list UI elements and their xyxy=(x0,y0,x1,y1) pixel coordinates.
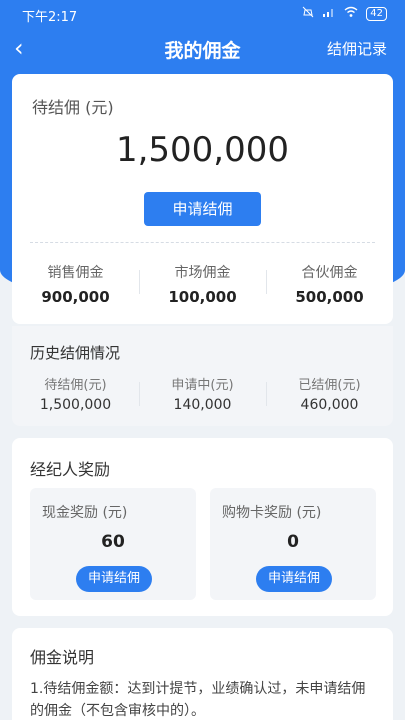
history-title: 历史结佣情况 xyxy=(30,344,121,362)
apply-cash-reward-button[interactable]: 申请结佣 xyxy=(76,566,152,592)
agent-rewards-card: 经纪人奖励 现金奖励 (元) 60 申请结佣 购物卡奖励 (元) 0 申请结佣 xyxy=(12,438,393,616)
status-time: 下午2:17 xyxy=(22,10,78,25)
sales-commission: 销售佣金 900,000 xyxy=(12,262,139,306)
explanation-text: 1.待结佣金额：达到计提节，业绩确认过，未申请结佣的佣金（不包含审核中的）。 xyxy=(30,681,366,719)
partner-commission: 合伙佣金 500,000 xyxy=(266,262,393,306)
stat-label: 合伙佣金 xyxy=(301,265,358,281)
commission-explanation-card: 佣金说明 1.待结佣金额：达到计提节，业绩确认过，未申请结佣的佣金（不包含审核中… xyxy=(12,628,393,720)
reward-label: 现金奖励 (元) xyxy=(42,505,128,521)
rewards-title: 经纪人奖励 xyxy=(30,460,111,479)
reward-value: 60 xyxy=(101,532,125,552)
history-settled: 已结佣(元) 460,000 xyxy=(266,374,393,413)
pending-label: 待结佣 (元) xyxy=(32,98,114,117)
pending-commission-card: 待结佣 (元) 1,500,000 申请结佣 销售佣金 900,000 市场佣金… xyxy=(12,74,393,324)
signal-icon xyxy=(322,6,336,22)
dashed-divider xyxy=(30,242,375,243)
reward-label: 购物卡奖励 (元) xyxy=(222,505,322,521)
wifi-icon xyxy=(344,6,358,22)
shopping-card-reward: 购物卡奖励 (元) 0 申请结佣 xyxy=(210,488,376,600)
stat-label: 待结佣(元) xyxy=(44,378,107,393)
stat-label: 市场佣金 xyxy=(174,265,231,281)
status-icons: 42 xyxy=(302,6,387,22)
stat-value: 100,000 xyxy=(168,288,237,306)
reward-value: 0 xyxy=(287,532,299,552)
apply-settlement-button[interactable]: 申请结佣 xyxy=(144,192,261,226)
battery-icon: 42 xyxy=(366,7,387,21)
history-pending: 待结佣(元) 1,500,000 xyxy=(12,374,139,413)
stat-value: 1,500,000 xyxy=(39,397,112,413)
stat-label: 申请中(元) xyxy=(171,378,234,393)
cash-reward: 现金奖励 (元) 60 申请结佣 xyxy=(30,488,196,600)
commission-record-link[interactable]: 结佣记录 xyxy=(327,38,387,59)
stat-value: 900,000 xyxy=(41,288,110,306)
stat-label: 销售佣金 xyxy=(47,265,104,281)
stat-value: 140,000 xyxy=(173,397,232,413)
mute-icon xyxy=(302,6,314,22)
stat-label: 已结佣(元) xyxy=(298,378,361,393)
history-card: 历史结佣情况 待结佣(元) 1,500,000 申请中(元) 140,000 已… xyxy=(12,326,393,426)
pending-amount: 1,500,000 xyxy=(115,130,290,170)
stat-value: 500,000 xyxy=(295,288,364,306)
stat-value: 460,000 xyxy=(300,397,359,413)
navigation-bar: ‹ 我的佣金 结佣记录 xyxy=(0,32,405,66)
status-bar: 下午2:17 42 xyxy=(0,0,405,28)
commission-breakdown: 销售佣金 900,000 市场佣金 100,000 合伙佣金 500,000 xyxy=(12,262,393,306)
apply-shopping-card-button[interactable]: 申请结佣 xyxy=(256,566,332,592)
explanation-title: 佣金说明 xyxy=(30,648,95,667)
history-applying: 申请中(元) 140,000 xyxy=(139,374,266,413)
history-stats: 待结佣(元) 1,500,000 申请中(元) 140,000 已结佣(元) 4… xyxy=(12,374,393,413)
market-commission: 市场佣金 100,000 xyxy=(139,262,266,306)
